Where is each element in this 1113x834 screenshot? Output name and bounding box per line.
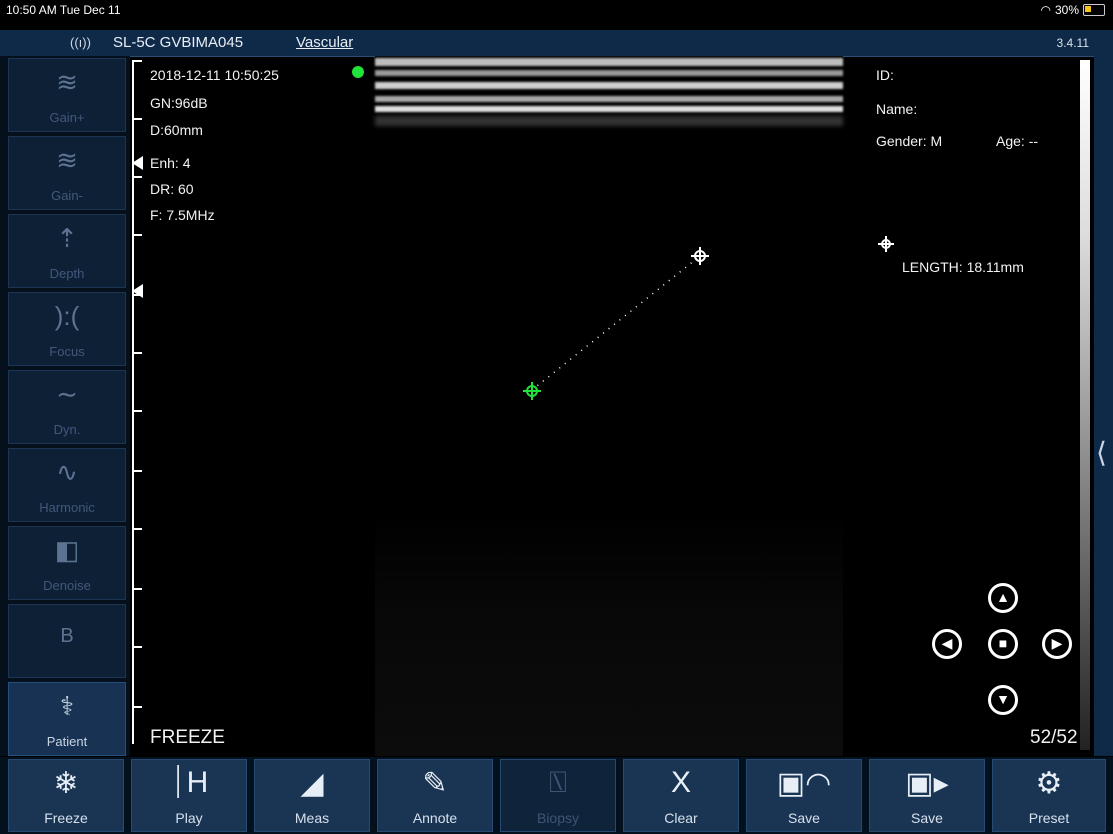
measure-button[interactable]: ◢ Meas bbox=[254, 759, 370, 832]
arrow-right-button[interactable]: ▶ bbox=[1042, 629, 1072, 659]
gear-icon: ⚙ bbox=[1035, 767, 1063, 800]
live-indicator bbox=[352, 66, 364, 78]
length-legend-icon bbox=[878, 236, 894, 252]
annotate-button[interactable]: ✎ Annote bbox=[377, 759, 493, 832]
patient-gender: Gender: M bbox=[876, 133, 943, 149]
depth-label: D:60mm bbox=[150, 122, 203, 138]
enhance-label: Enh: 4 bbox=[150, 155, 191, 171]
length-readout: LENGTH: 18.11mm bbox=[902, 259, 1024, 275]
triangle-down-icon: ▼ bbox=[996, 691, 1010, 707]
caliper-end[interactable] bbox=[691, 247, 709, 265]
save-image-icon: ▣◠ bbox=[776, 767, 832, 800]
save-video-button[interactable]: ▣▸ Save bbox=[869, 759, 985, 832]
datetime-label: 2018-12-11 10:50:25 bbox=[150, 67, 279, 83]
preset-button[interactable]: ⚙ Preset bbox=[992, 759, 1106, 832]
play-cine-icon: ⏐H bbox=[169, 766, 209, 799]
snowflake-icon: ❄ bbox=[53, 767, 79, 800]
frequency-label: F: 7.5MHz bbox=[150, 207, 215, 223]
save-image-button[interactable]: ▣◠ Save bbox=[746, 759, 862, 832]
triangle-left-icon: ◀ bbox=[941, 635, 953, 651]
play-button[interactable]: ⏐H Play bbox=[131, 759, 247, 832]
arrow-down-button[interactable]: ▼ bbox=[988, 685, 1018, 715]
ruler-icon: ◢ bbox=[300, 767, 324, 800]
caliper-start[interactable] bbox=[523, 382, 541, 400]
patient-age: Age: -- bbox=[996, 133, 1039, 149]
patient-name: Name: bbox=[876, 101, 918, 117]
center-stop-button[interactable]: ■ bbox=[988, 629, 1018, 659]
measurement-line bbox=[531, 255, 701, 391]
arrow-up-button[interactable]: ▲ bbox=[988, 583, 1018, 613]
freeze-button[interactable]: ❄ Freeze bbox=[8, 759, 124, 832]
frame-counter: 52/52 bbox=[1030, 727, 1078, 748]
arrow-left-button[interactable]: ◀ bbox=[932, 629, 962, 659]
side-panel-handle[interactable]: ⟨ bbox=[1094, 56, 1113, 756]
freeze-status: FREEZE bbox=[150, 727, 225, 748]
biopsy-icon: ⍂ bbox=[549, 766, 567, 799]
clear-button[interactable]: X Clear bbox=[623, 759, 739, 832]
biopsy-button[interactable]: ⍂ Biopsy bbox=[500, 759, 616, 832]
square-icon: ■ bbox=[998, 635, 1008, 651]
save-video-icon: ▣▸ bbox=[905, 767, 949, 800]
triangle-up-icon: ▲ bbox=[996, 589, 1010, 605]
annotate-icon: ✎ bbox=[422, 767, 448, 800]
clear-x-icon: X bbox=[670, 766, 691, 799]
patient-id: ID: bbox=[876, 67, 894, 83]
triangle-right-icon: ▶ bbox=[1051, 635, 1063, 651]
dynamic-range-label: DR: 60 bbox=[150, 181, 194, 197]
gain-label: GN:96dB bbox=[150, 95, 208, 111]
chevron-left-icon: ⟨ bbox=[1096, 437, 1107, 468]
grayscale-bar bbox=[1080, 60, 1090, 750]
